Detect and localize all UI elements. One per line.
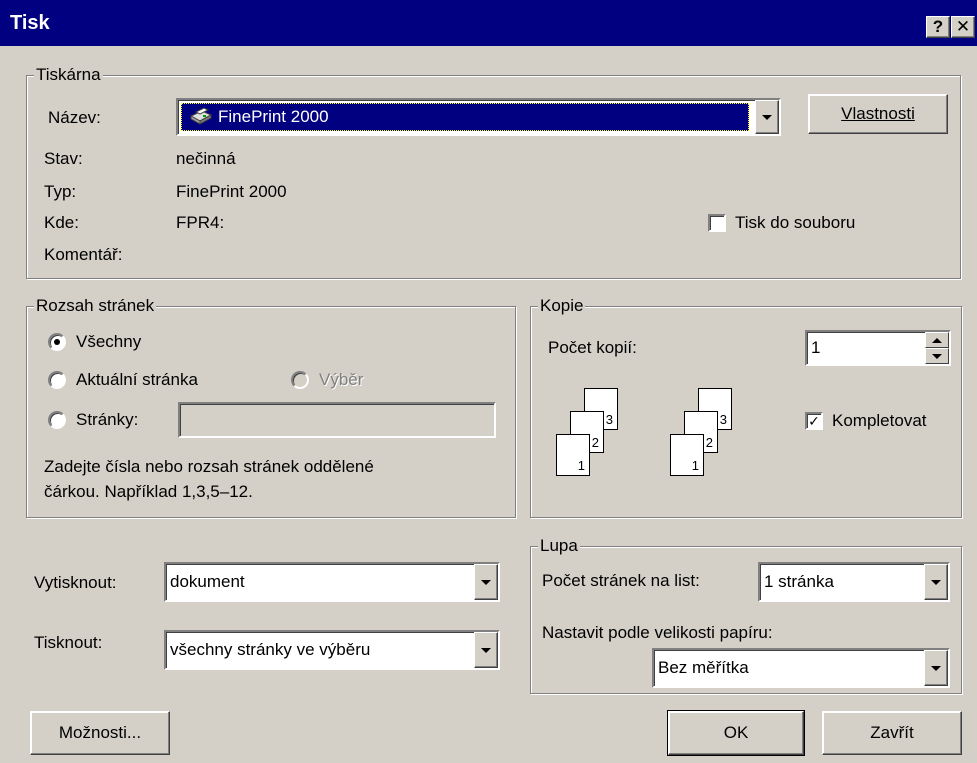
- window-title: Tisk: [10, 12, 50, 34]
- collate-checkbox[interactable]: ✓: [805, 412, 823, 430]
- title-bar: Tisk ? ✕: [0, 0, 977, 46]
- print-what-label: Vytisknout:: [34, 573, 117, 592]
- copies-group-label: Kopie: [538, 296, 586, 316]
- close-icon[interactable]: ✕: [951, 16, 975, 38]
- page-range-group-label: Rozsah stránek: [34, 296, 157, 316]
- printer-select[interactable]: FinePrint 2000: [176, 98, 781, 136]
- type-label: Typ:: [44, 182, 77, 201]
- chevron-down-icon[interactable]: [474, 632, 498, 668]
- where-label: Kde:: [44, 213, 79, 232]
- print-pages-select[interactable]: všechny stránky ve výběru: [164, 630, 500, 670]
- pages-input[interactable]: [178, 402, 496, 438]
- chevron-down-icon[interactable]: [474, 564, 498, 600]
- options-button[interactable]: Možnosti...: [30, 711, 170, 755]
- comment-label: Komentář:: [44, 245, 123, 264]
- range-hint-line2: čárkou. Například 1,3,5–12.: [44, 482, 253, 501]
- where-value: FPR4:: [176, 213, 225, 232]
- help-button[interactable]: ?: [926, 16, 950, 38]
- chevron-down-icon[interactable]: [924, 650, 948, 686]
- spin-up-icon[interactable]: [925, 332, 949, 348]
- pages-per-sheet-select[interactable]: 1 stránka: [758, 562, 950, 602]
- collate-label: Kompletovat: [832, 411, 927, 430]
- collate-illustration-1: 3 2 1: [556, 388, 636, 488]
- chevron-down-icon[interactable]: [755, 100, 779, 134]
- radio-pages-label: Stránky:: [76, 410, 139, 429]
- status-label: Stav:: [44, 149, 83, 168]
- status-value: nečinná: [176, 149, 236, 168]
- radio-selection: [291, 371, 309, 389]
- pages-per-sheet-label: Počet stránek na list:: [542, 571, 700, 590]
- spin-down-icon[interactable]: [925, 348, 949, 364]
- copies-count-value: 1: [811, 338, 821, 357]
- radio-all-pages-label: Všechny: [76, 332, 142, 351]
- zoom-group-label: Lupa: [538, 536, 580, 556]
- type-value: FinePrint 2000: [176, 182, 287, 201]
- radio-selection-label: Výběr: [319, 370, 364, 389]
- range-hint-line1: Zadejte čísla nebo rozsah stránek odděle…: [44, 457, 374, 476]
- printer-icon: [188, 106, 214, 126]
- properties-button[interactable]: Vlastnosti: [808, 94, 948, 134]
- chevron-down-icon[interactable]: [924, 564, 948, 600]
- copies-count-spinner[interactable]: 1: [805, 330, 951, 366]
- print-to-file-checkbox[interactable]: [708, 214, 726, 232]
- scale-label: Nastavit podle velikosti papíru:: [542, 623, 773, 642]
- radio-current-page[interactable]: [48, 371, 66, 389]
- printer-group-label: Tiskárna: [34, 65, 103, 85]
- print-to-file-label: Tisk do souboru: [735, 213, 856, 232]
- printer-select-value: FinePrint 2000: [218, 107, 329, 126]
- ok-button[interactable]: OK: [667, 710, 805, 756]
- copies-count-label: Počet kopií:: [548, 338, 637, 357]
- radio-all-pages[interactable]: [48, 333, 66, 351]
- scale-select[interactable]: Bez měřítka: [652, 648, 950, 688]
- print-pages-label: Tisknout:: [34, 633, 103, 652]
- print-what-select[interactable]: dokument: [164, 562, 500, 602]
- printer-name-label: Název:: [48, 108, 101, 127]
- close-button[interactable]: Zavřít: [822, 711, 962, 755]
- radio-pages[interactable]: [48, 411, 66, 429]
- collate-illustration-2: 3 2 1: [670, 388, 750, 488]
- radio-current-page-label: Aktuální stránka: [76, 370, 198, 389]
